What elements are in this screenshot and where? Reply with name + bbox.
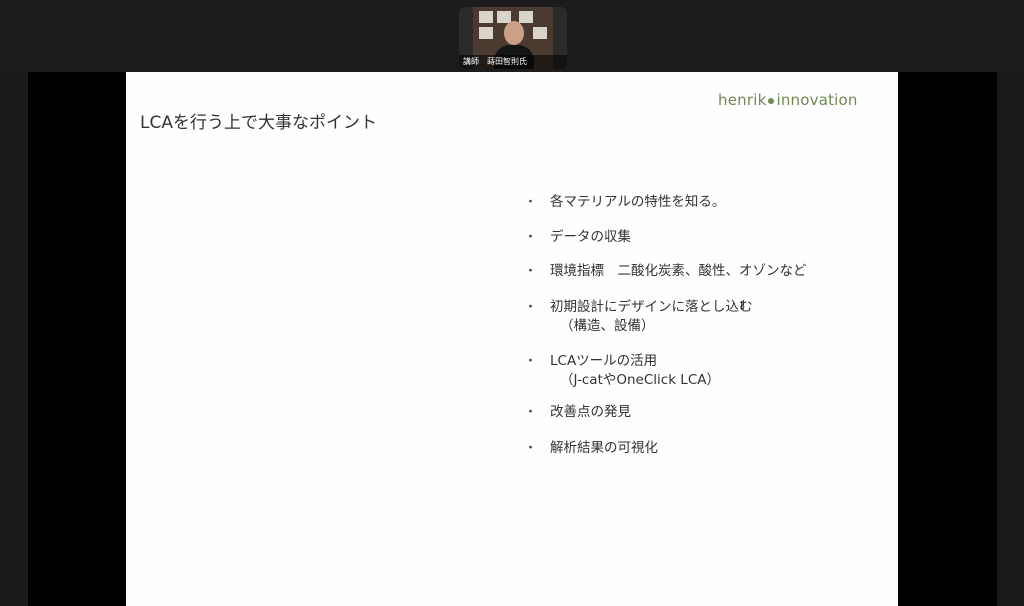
presentation-slide: LCAを行う上で大事なポイント henrik innovation ・ 各マテリア… — [126, 72, 898, 606]
bullet-subtext: （J-catやOneClick LCA） — [560, 372, 720, 388]
bullet-text: LCAツールの活用 — [550, 353, 658, 369]
bullet-text: 解析結果の可視化 — [550, 440, 658, 456]
slide-title: LCAを行う上で大事なポイント — [140, 113, 377, 133]
logo-text-right: innovation — [776, 91, 858, 109]
bullet-marker: ・ — [524, 230, 538, 245]
bullet-text: 各マテリアルの特性を知る。 — [550, 194, 726, 210]
participant-name-label: 講師 蒔田智則氏 — [459, 55, 567, 69]
bullet-text: 改善点の発見 — [550, 404, 631, 420]
bullet-marker: ・ — [524, 264, 538, 279]
text-cursor-icon: Ⅰ — [740, 299, 744, 313]
bullet-marker: ・ — [524, 195, 538, 210]
meeting-top-bar: 講師 蒔田智則氏 — [0, 0, 1024, 72]
bullet-marker: ・ — [524, 354, 538, 369]
background-window — [479, 11, 493, 23]
logo-text-left: henrik — [718, 91, 767, 109]
bullet-marker: ・ — [524, 405, 538, 420]
bullet-text: 環境指標 二酸化炭素、酸性、オゾンなど — [550, 263, 807, 279]
background-window — [519, 11, 533, 23]
bullet-marker: ・ — [524, 300, 538, 315]
logo-dot-icon — [768, 97, 775, 104]
participant-video-tile[interactable]: 講師 蒔田智則氏 — [459, 7, 567, 69]
bullet-subtext: （構造、設備） — [560, 318, 655, 334]
bullet-text: 初期設計にデザインに落とし込む — [550, 299, 753, 315]
background-window — [533, 27, 547, 39]
background-window — [479, 27, 493, 39]
company-logo: henrik innovation — [718, 91, 858, 109]
bullet-marker: ・ — [524, 441, 538, 456]
speaker-head — [504, 21, 524, 45]
bullet-text: データの収集 — [550, 229, 631, 245]
